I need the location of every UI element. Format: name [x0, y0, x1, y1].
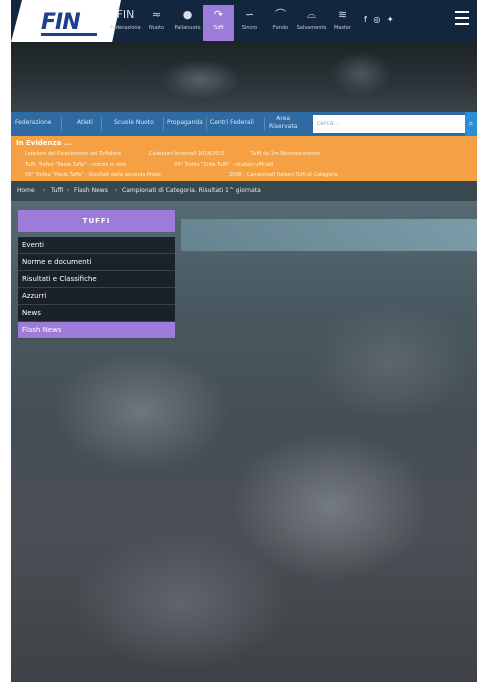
photo-blur: [311, 301, 471, 421]
page-frame: FIN FIN Federazione ≈ Nuoto ● Pallanuoto…: [11, 0, 477, 682]
evidence-link[interactable]: 2008 - Campionati Italiani Tuffi di Cate…: [229, 172, 338, 178]
nav-discipline-tuffi[interactable]: ↷ Tuffi: [203, 5, 234, 41]
logo-underline: [41, 33, 97, 36]
nav-discipline-sincro[interactable]: ∽ Sincro: [234, 5, 265, 41]
nav-discipline-fondo[interactable]: ⌒ Fondo: [265, 5, 296, 41]
nav-item-scuole-nuoto[interactable]: Scuole Nuoto: [114, 119, 154, 126]
diver-icon: ↷: [213, 8, 224, 21]
nav-divider: [264, 117, 265, 131]
nav-discipline-master[interactable]: ≋ Master: [327, 5, 358, 41]
hamburger-line: [455, 17, 469, 19]
sidebar-item-news[interactable]: News: [18, 305, 175, 322]
hero-highlight: [161, 60, 241, 100]
sidebar-menu: Eventi Norme e documenti Risultati e Cla…: [18, 237, 175, 339]
nav-item-federazione[interactable]: Federazione: [15, 119, 51, 126]
sidebar-item-norme-documenti[interactable]: Norme e documenti: [18, 254, 175, 271]
nav-divider: [163, 117, 164, 131]
evidence-panel: In Evidenza ... Lanciare del Ricevimento…: [11, 136, 477, 181]
sidebar-title: TUFFI: [18, 210, 175, 232]
nav-discipline-nuoto[interactable]: ≈ Nuoto: [141, 5, 172, 41]
nav-item-centri-federali[interactable]: Centri Federali: [210, 119, 254, 126]
sidebar-item-azzurri[interactable]: Azzurri: [18, 288, 175, 305]
evidence-link[interactable]: VII° Trofeo "Città Tuffi" - risultati uf…: [174, 162, 273, 168]
sidebar-item-eventi[interactable]: Eventi: [18, 237, 175, 254]
nav-discipline-salvamento[interactable]: ⌓ Salvamento: [296, 5, 327, 41]
fin-logo-icon: FIN: [116, 8, 135, 21]
search-input[interactable]: cerca...: [313, 115, 465, 133]
discipline-label: Pallanuoto: [174, 25, 201, 31]
nav-divider: [61, 117, 62, 131]
top-bar: FIN FIN Federazione ≈ Nuoto ● Pallanuoto…: [11, 0, 477, 42]
pool-lane-band: [181, 219, 477, 251]
breadcrumb: Home › Tuffi › Flash News › Campionati d…: [11, 181, 477, 201]
main-nav: Federazione Atleti Scuole Nuoto Propagan…: [11, 112, 477, 136]
breadcrumb-separator: ›: [67, 187, 70, 194]
nav-divider: [101, 117, 102, 131]
logo-text: FIN: [41, 10, 81, 35]
breadcrumb-tuffi[interactable]: Tuffi: [51, 187, 63, 194]
synchro-icon: ∽: [244, 8, 255, 21]
hamburger-menu-icon[interactable]: [455, 11, 469, 29]
nav-item-propaganda[interactable]: Propaganda: [167, 119, 203, 126]
photo-blur: [51, 351, 231, 471]
search-icon[interactable]: ⌕: [465, 112, 477, 136]
discipline-label: Nuoto: [149, 25, 164, 31]
evidence-title: In Evidenza ...: [16, 139, 72, 147]
fin-logo[interactable]: FIN: [11, 0, 121, 42]
nav-item-area-riservata[interactable]: Area Riservata: [269, 115, 297, 131]
evidence-link[interactable]: Tuffi, Trofeo "Paolo Tuffo" - notizie in…: [25, 162, 126, 168]
nav-discipline-pallanuoto[interactable]: ● Pallanuoto: [172, 5, 203, 41]
sidebar-item-flash-news[interactable]: Flash News: [18, 322, 175, 339]
nav-item-atleti[interactable]: Atleti: [77, 119, 93, 126]
breadcrumb-home[interactable]: Home: [17, 187, 35, 194]
evidence-link[interactable]: Lanciare del Ricevimento del Tuffatore: [25, 151, 121, 157]
sidebar-item-risultati-classifiche[interactable]: Risultati e Classifiche: [18, 271, 175, 288]
evidence-link[interactable]: Calendari Invernali 2014/2015: [149, 151, 225, 157]
hamburger-line: [455, 23, 469, 25]
sidebar-title-text: TUFFI: [82, 217, 111, 225]
nav-item-line: Riservata: [269, 123, 298, 130]
waterpolo-icon: ●: [182, 8, 193, 21]
hamburger-line: [455, 11, 469, 13]
search-placeholder: cerca...: [317, 120, 340, 127]
breadcrumb-current: Campionati di Categoria. Risultati 1^ gi…: [122, 187, 261, 194]
open-water-icon: ⌒: [275, 8, 286, 21]
hero-highlight: [331, 52, 391, 97]
breadcrumb-flash-news[interactable]: Flash News: [74, 187, 108, 194]
discipline-label: Tuffi: [213, 25, 224, 31]
nav-divider: [206, 117, 207, 131]
discipline-label: Federazione: [110, 25, 141, 31]
social-icons[interactable]: f ◎ ✦: [364, 15, 396, 24]
breadcrumb-separator: ›: [115, 187, 118, 194]
swimmer-icon: ≈: [151, 8, 162, 21]
hero-photo: [11, 42, 477, 112]
discipline-label: Master: [333, 25, 352, 31]
master-icon: ≋: [337, 8, 348, 21]
photo-blur: [71, 531, 291, 671]
discipline-label: Salvamento: [296, 25, 327, 31]
evidence-link[interactable]: VII° Trofeo "Paolo Tuffo" - Risultati de…: [25, 172, 161, 178]
breadcrumb-separator: ›: [43, 187, 46, 194]
discipline-label: Sincro: [241, 25, 258, 31]
evidence-link[interactable]: Tuffi da 1m Riconoscimento: [251, 151, 320, 157]
discipline-label: Fondo: [272, 25, 289, 31]
nav-discipline-federazione[interactable]: FIN Federazione: [110, 5, 141, 41]
nav-item-line: Area: [276, 115, 291, 122]
lifesaving-icon: ⌓: [307, 8, 316, 21]
